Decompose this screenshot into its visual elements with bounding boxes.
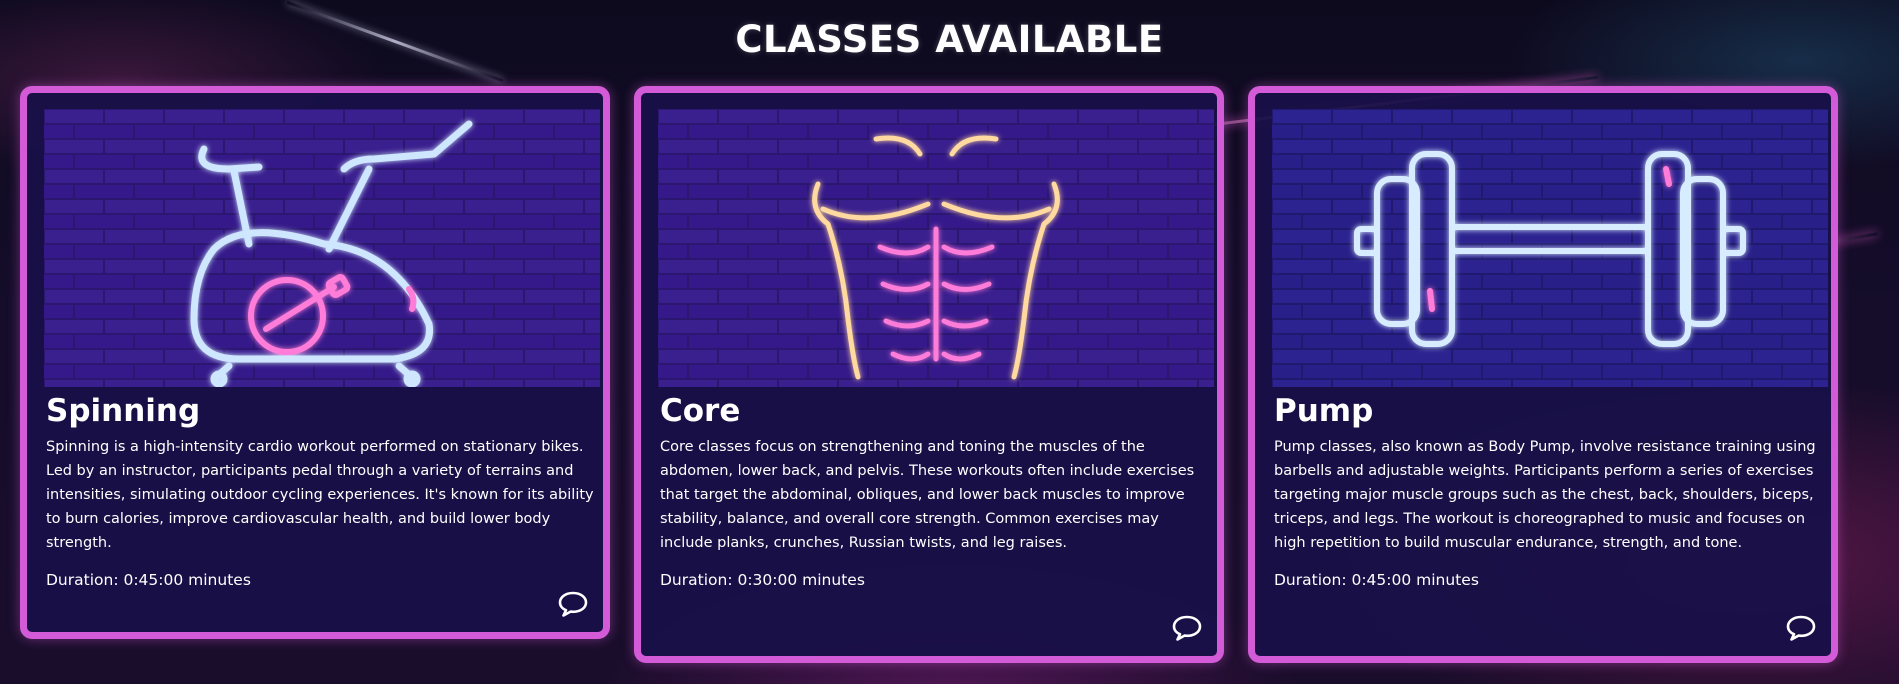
class-description: Core classes focus on strengthening and …: [660, 439, 1195, 551]
comment-icon[interactable]: [1171, 614, 1203, 642]
comment-icon[interactable]: [1785, 614, 1817, 642]
page-title: CLASSES AVAILABLE: [735, 18, 1164, 61]
class-description: Spinning is a high-intensity cardio work…: [46, 439, 594, 551]
comment-icon[interactable]: [557, 590, 589, 618]
barbell-neon-icon: [1272, 109, 1828, 387]
class-card-pump: Pump Pump classes, also known as Body Pu…: [1248, 86, 1838, 663]
abdominal-torso-neon-icon: [658, 109, 1214, 387]
class-duration: Duration: 0:45:00 minutes: [46, 571, 251, 589]
stationary-bike-neon-icon: [44, 109, 600, 387]
class-duration: Duration: 0:45:00 minutes: [1274, 571, 1479, 589]
class-card-spinning: Spinning Spinning is a high-intensity ca…: [20, 86, 610, 639]
class-card-core: Core Core classes focus on strengthening…: [634, 86, 1224, 663]
class-title: Core: [660, 393, 741, 429]
class-description: Pump classes, also known as Body Pump, i…: [1274, 439, 1816, 551]
class-duration: Duration: 0:30:00 minutes: [660, 571, 865, 589]
class-title: Spinning: [46, 393, 201, 429]
class-cards-container: Spinning Spinning is a high-intensity ca…: [20, 86, 1838, 663]
class-title: Pump: [1274, 393, 1374, 429]
